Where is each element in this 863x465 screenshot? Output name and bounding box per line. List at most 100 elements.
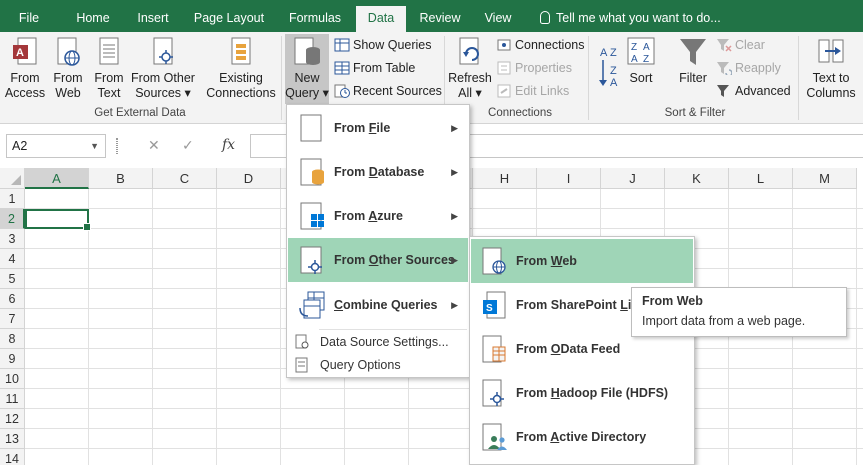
properties-icon xyxy=(496,61,512,75)
row-header-1[interactable]: 1 xyxy=(0,189,25,209)
column-header-b[interactable]: B xyxy=(89,168,153,189)
tab-file[interactable]: File xyxy=(8,7,50,32)
cancel-icon[interactable]: ✕ xyxy=(148,134,160,156)
from-web-button[interactable]: From Web xyxy=(48,36,88,101)
menu-item-label: From Other Sources xyxy=(334,253,455,267)
new-query-button[interactable]: New Query ▾ xyxy=(285,34,329,104)
filter-label: Filter xyxy=(679,71,707,85)
tab-home[interactable]: Home xyxy=(66,7,120,32)
submenu-item-from-hadoop-file[interactable]: From Hadoop File (HDFS) xyxy=(471,371,693,415)
column-header-h[interactable]: H xyxy=(473,168,537,189)
row-header-3[interactable]: 3 xyxy=(0,229,25,249)
tab-view[interactable]: View xyxy=(476,7,520,32)
row-header-11[interactable]: 11 xyxy=(0,389,25,409)
group-label-get-external-data: Get External Data xyxy=(94,107,186,119)
submenu-item-label: From Hadoop File (HDFS) xyxy=(516,386,669,400)
row-header-13[interactable]: 13 xyxy=(0,429,25,449)
column-header-l[interactable]: L xyxy=(729,168,793,189)
tab-data[interactable]: Data xyxy=(356,6,406,32)
tab-insert[interactable]: Insert xyxy=(128,7,178,32)
properties-label: Properties xyxy=(515,61,572,75)
column-header-i[interactable]: I xyxy=(537,168,601,189)
row-header-14[interactable]: 14 xyxy=(0,449,25,465)
submenu-item-label: From SharePoint List xyxy=(516,298,642,312)
column-header-c[interactable]: C xyxy=(153,168,217,189)
from-access-button[interactable]: A From Access xyxy=(4,36,46,101)
properties-button[interactable]: Properties xyxy=(496,59,572,77)
svg-text:A: A xyxy=(16,47,24,59)
tooltip-description: Import data from a web page. xyxy=(642,314,806,328)
row-header-5[interactable]: 5 xyxy=(0,269,25,289)
sort-button[interactable]: ZAAZ Sort xyxy=(624,36,658,86)
column-header-m[interactable]: M xyxy=(793,168,857,189)
row-header-4[interactable]: 4 xyxy=(0,249,25,269)
tab-review[interactable]: Review xyxy=(414,7,466,32)
tell-me-search[interactable]: Tell me what you want to do... xyxy=(540,7,721,29)
grid-column-line xyxy=(856,189,857,465)
menu-item-data-source-settings[interactable]: Data Source Settings... xyxy=(288,331,468,353)
advanced-filter-button[interactable]: Advanced xyxy=(716,82,791,100)
column-header-a[interactable]: A xyxy=(25,168,89,189)
insert-function-icon[interactable]: fx xyxy=(222,134,235,156)
select-all-corner[interactable] xyxy=(0,168,25,189)
refresh-label-2: All ▾ xyxy=(458,86,482,100)
from-table-button[interactable]: From Table xyxy=(334,59,415,77)
menu-item-from-file[interactable]: From File ▶ xyxy=(288,106,468,150)
show-queries-button[interactable]: Show Queries xyxy=(334,36,432,54)
from-other-sources-button[interactable]: From Other Sources ▾ xyxy=(130,36,196,101)
column-header-k[interactable]: K xyxy=(665,168,729,189)
text-to-columns-button[interactable]: Text to Columns xyxy=(804,36,858,101)
recent-sources-button[interactable]: Recent Sources xyxy=(334,82,442,100)
existing-label-1: Existing xyxy=(219,71,263,85)
chevron-right-icon: ▶ xyxy=(451,300,458,310)
grid-row-line xyxy=(25,408,863,409)
submenu-item-label: From OData Feed xyxy=(516,342,621,356)
reapply-icon xyxy=(716,61,733,77)
row-header-12[interactable]: 12 xyxy=(0,409,25,429)
menu-item-label: From File xyxy=(334,121,391,135)
edit-links-button[interactable]: Edit Links xyxy=(496,82,569,100)
group-separator xyxy=(588,36,589,120)
existing-connections-icon xyxy=(225,36,257,68)
menu-item-from-database[interactable]: From Database ▶ xyxy=(288,150,468,194)
ttc-label-1: Text to xyxy=(812,71,850,85)
column-header-d[interactable]: D xyxy=(217,168,281,189)
filter-button[interactable]: Filter xyxy=(674,36,712,86)
connections-button[interactable]: Connections xyxy=(496,36,585,54)
selected-cell-a2[interactable] xyxy=(25,209,91,231)
row-header-8[interactable]: 8 xyxy=(0,329,25,349)
column-header-j[interactable]: J xyxy=(601,168,665,189)
from-text-label-1: From xyxy=(94,71,124,85)
clear-filter-button[interactable]: Clear xyxy=(716,36,765,54)
sort-az-button[interactable]: AZZA xyxy=(598,38,622,94)
svg-text:Z: Z xyxy=(610,47,617,59)
from-text-button[interactable]: From Text xyxy=(90,36,128,101)
row-header-6[interactable]: 6 xyxy=(0,289,25,309)
menu-item-from-other-sources[interactable]: From Other Sources ▶ xyxy=(288,238,468,282)
from-table-label: From Table xyxy=(353,61,416,75)
hadoop-icon xyxy=(482,379,504,407)
menu-item-query-options[interactable]: Query Options xyxy=(288,354,468,376)
submenu-item-from-active-directory[interactable]: From Active Directory xyxy=(471,415,693,459)
reapply-button[interactable]: Reapply xyxy=(716,59,781,77)
row-header-9[interactable]: 9 xyxy=(0,349,25,369)
row-header-2[interactable]: 2 xyxy=(0,209,25,229)
tab-formulas[interactable]: Formulas xyxy=(282,7,348,32)
resize-handle-icon[interactable] xyxy=(116,138,118,154)
submenu-item-from-web[interactable]: From Web xyxy=(471,239,693,283)
clear-filter-icon xyxy=(716,38,732,52)
menu-item-from-azure[interactable]: From Azure ▶ xyxy=(288,194,468,238)
group-separator xyxy=(281,36,282,120)
advanced-label: Advanced xyxy=(735,84,791,98)
menu-item-combine-queries[interactable]: Combine Queries ▶ xyxy=(288,283,468,327)
enter-icon[interactable]: ✓ xyxy=(182,134,194,156)
chevron-down-icon[interactable]: ▼ xyxy=(90,135,99,157)
name-box[interactable]: A2 ▼ xyxy=(6,134,106,158)
database-icon xyxy=(300,158,324,186)
refresh-all-button[interactable]: Refresh All ▾ xyxy=(447,36,493,101)
existing-connections-button[interactable]: Existing Connections xyxy=(204,36,278,101)
row-header-7[interactable]: 7 xyxy=(0,309,25,329)
tab-page-layout[interactable]: Page Layout xyxy=(188,7,270,32)
row-header-10[interactable]: 10 xyxy=(0,369,25,389)
web-globe-icon xyxy=(482,247,506,275)
